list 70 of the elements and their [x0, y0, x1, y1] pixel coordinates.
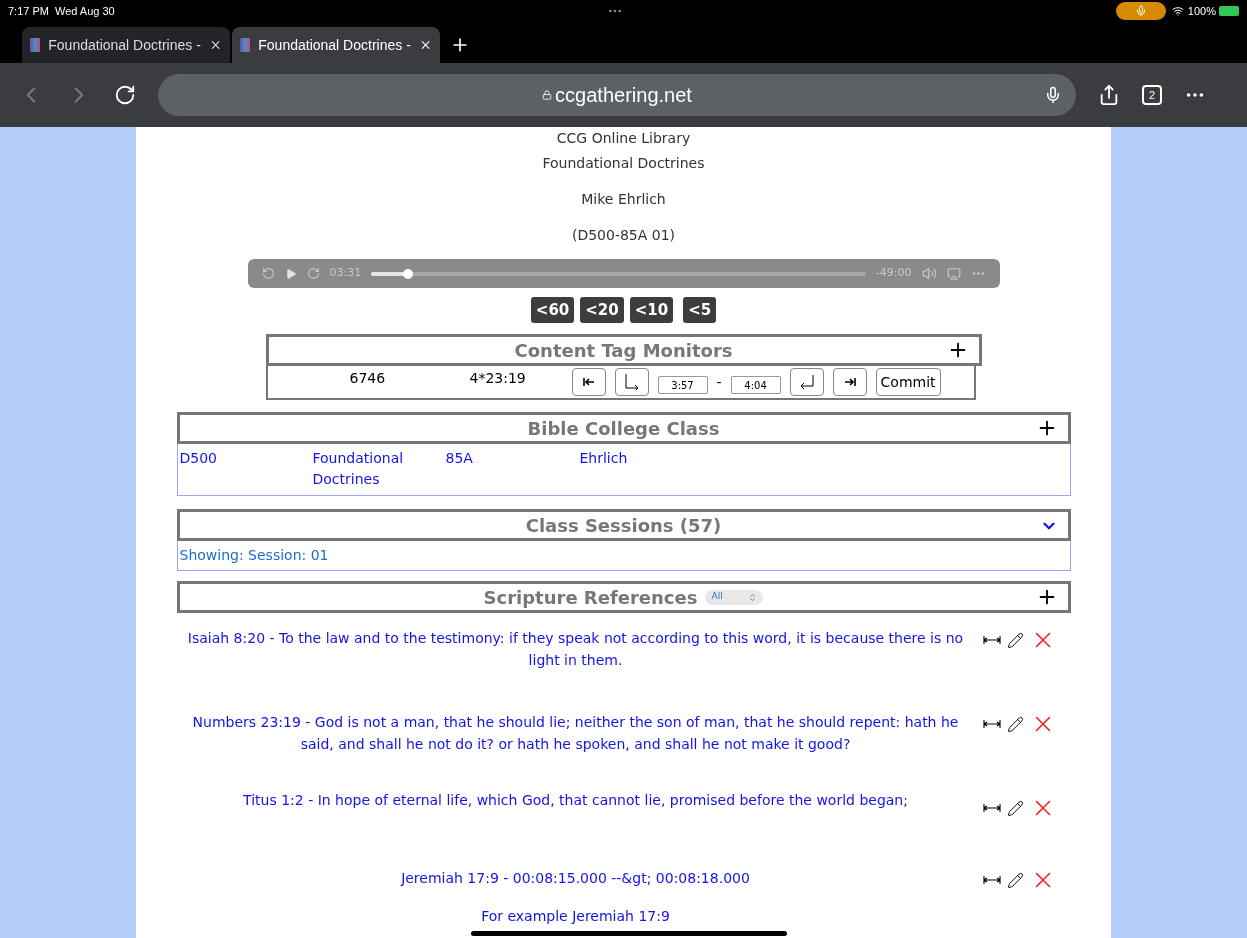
filter-select[interactable]: All — [705, 589, 764, 605]
remaining-time: -49:00 — [875, 265, 912, 282]
class-info-cell-text: Ehrlich — [579, 449, 629, 468]
end-time-field[interactable]: 4:04 — [730, 376, 781, 394]
skip-back-button[interactable]: <60 — [530, 297, 575, 323]
status-time: 7:17 PM — [8, 3, 49, 19]
wifi-icon — [1171, 5, 1184, 17]
edit-icon[interactable] — [1006, 631, 1024, 649]
range-separator: - — [716, 372, 722, 392]
elapsed-time: 03:31 — [329, 265, 362, 282]
return-arrow-icon — [799, 375, 814, 389]
site-favicon — [240, 38, 251, 52]
speaker-name: Mike Ehrlich — [581, 190, 666, 209]
slider-thumb[interactable] — [402, 268, 413, 279]
jump-end-button[interactable] — [832, 368, 867, 396]
play-icon[interactable] — [284, 267, 297, 280]
edit-icon[interactable] — [1006, 715, 1024, 733]
browser-tab[interactable]: Foundational Doctrines - — [22, 27, 230, 63]
library-title: CCG Online Library — [556, 129, 691, 147]
set-start-button[interactable] — [614, 368, 649, 396]
site-favicon — [30, 38, 41, 52]
span-arrows-icon[interactable] — [982, 875, 1001, 885]
microphone-icon[interactable] — [1044, 86, 1062, 104]
lock-icon — [542, 90, 553, 100]
arrow-to-bar-icon — [582, 378, 595, 386]
span-arrows-icon[interactable] — [982, 635, 1001, 645]
class-info-cell-text: Foundational Doctrines — [312, 449, 405, 489]
tab-count-button[interactable]: 2 — [1142, 85, 1162, 105]
scripture-note: For example Jeremiah 17:9 — [481, 907, 670, 926]
class-info-cell-text: 85A — [445, 449, 474, 468]
class-info-cell-text: D500 — [179, 449, 218, 468]
tab-title: Foundational Doctrines - — [258, 35, 411, 55]
edit-icon[interactable] — [1006, 799, 1024, 817]
scripture-reference[interactable]: Isaiah 8:20 - To the law and to the testimony: if they speak not according to this word, it is because there is no light in them. — [180, 627, 971, 671]
browser-tab[interactable]: Foundational Doctrines - — [232, 27, 440, 63]
skip-back-button[interactable]: <20 — [580, 297, 624, 323]
skip-back-button[interactable]: <5 — [683, 297, 717, 323]
reload-icon[interactable] — [114, 84, 136, 106]
tag-id: 6746 — [349, 369, 387, 388]
jump-start-button[interactable] — [571, 368, 606, 396]
span-arrows-icon[interactable] — [982, 803, 1001, 813]
microphone-indicator — [1115, 2, 1166, 20]
url-text: ccgathering.net — [555, 83, 692, 108]
battery-icon — [1219, 6, 1239, 16]
tag-reference: 4*23:19 — [469, 369, 527, 388]
section-title: Content Tag Monitors — [514, 338, 733, 363]
commit-button[interactable]: Commit — [875, 368, 941, 396]
section-title: Scripture References — [483, 585, 698, 610]
scripture-reference[interactable]: Titus 1:2 - In hope of eternal life, which God, that cannot lie, promised before the world began; — [243, 789, 908, 811]
up-down-chevron-icon — [748, 592, 758, 602]
tab-title: Foundational Doctrines - — [48, 35, 201, 55]
section-title: Bible College Class — [527, 416, 720, 441]
section-title: Class Sessions (57) — [525, 513, 722, 538]
edit-icon[interactable] — [1006, 871, 1024, 889]
arrow-to-bar-icon — [843, 378, 856, 386]
share-icon[interactable] — [1098, 84, 1120, 106]
showing-session[interactable]: Showing: Session: 01 — [179, 545, 329, 566]
battery-percent: 100% — [1187, 3, 1216, 19]
session-code: (D500-85A 01) — [571, 226, 676, 245]
page-title: Foundational Doctrines — [542, 154, 705, 173]
corner-arrow-icon — [624, 374, 639, 390]
span-arrows-icon[interactable] — [982, 719, 1001, 729]
skip-back-button[interactable]: <10 — [629, 297, 674, 323]
start-time-field[interactable]: 3:57 — [657, 376, 708, 394]
scripture-reference[interactable]: Numbers 23:19 - God is not a man, that he should lie; neither the son of man, that he should repent: hath he said, and shall he not do it? or hath he spoken, and shall he not make it good? — [180, 711, 971, 755]
set-end-button[interactable] — [789, 368, 824, 396]
scripture-reference[interactable]: Jeremiah 17:9 - 00:08:15.000 --&gt; 00:08:18.000 — [401, 867, 750, 889]
status-date: Wed Aug 30 — [54, 3, 115, 19]
address-bar[interactable]: ccgathering.net — [158, 74, 1076, 116]
filter-value: All — [711, 590, 724, 604]
